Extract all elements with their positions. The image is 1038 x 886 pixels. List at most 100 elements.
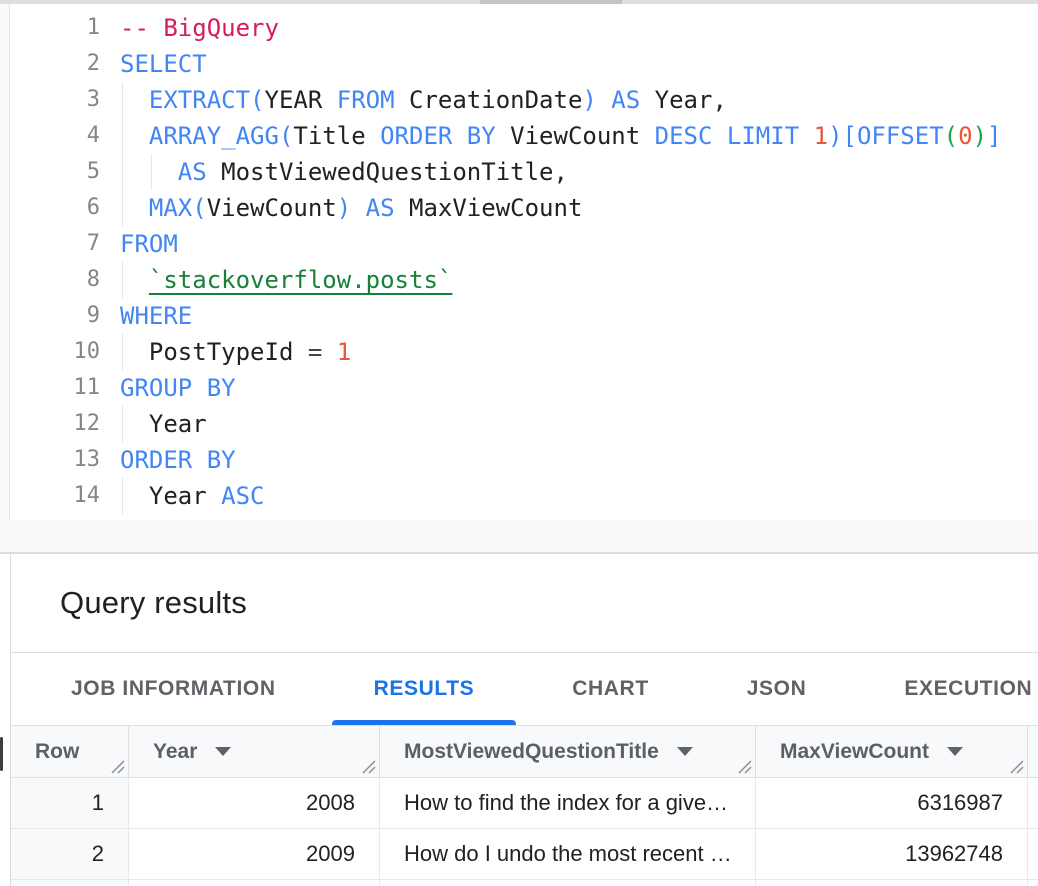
results-table: Row Year MostViewedQuestionTitle MaxViewCou…	[11, 726, 1038, 885]
code-text: Year	[120, 406, 207, 442]
tab-label: CHART	[572, 677, 649, 701]
column-menu-caret-icon[interactable]	[215, 747, 231, 756]
indent-guide	[122, 118, 123, 154]
row-number-cell: 1	[11, 778, 129, 829]
code-text: -- BigQuery	[120, 10, 279, 46]
row-overflow-cell	[1028, 778, 1038, 829]
column-header-overflow	[1028, 726, 1038, 778]
tab-label: JOB INFORMATION	[71, 677, 276, 701]
code-line-7[interactable]: 7 FROM	[0, 226, 1038, 262]
column-resize-grip-icon[interactable]	[737, 759, 752, 774]
code-line-9[interactable]: 9 WHERE	[0, 298, 1038, 334]
code-line-3[interactable]: 3 EXTRACT(YEAR FROM CreationDate) AS Yea…	[0, 82, 1038, 118]
column-header-label: Year	[153, 740, 197, 764]
code-line-10[interactable]: 10 PostTypeId = 1	[0, 334, 1038, 370]
code-line-13[interactable]: 13 ORDER BY	[0, 442, 1038, 478]
editor-results-divider	[0, 520, 1038, 554]
indent-guide	[122, 82, 123, 118]
indent-guide	[122, 262, 123, 298]
table-reference-link[interactable]: `stackoverflow.posts`	[149, 266, 452, 294]
code-line-12[interactable]: 12 Year	[0, 406, 1038, 442]
indent-guide	[122, 334, 123, 370]
tab-chart[interactable]: CHART	[530, 653, 691, 725]
tab-results[interactable]: RESULTS	[332, 653, 517, 725]
line-number: 14	[0, 478, 100, 514]
code-text: SELECT	[120, 46, 207, 82]
column-header-year[interactable]: Year	[129, 726, 380, 778]
code-line-4[interactable]: 4 ARRAY_AGG(Title ORDER BY ViewCount DES…	[0, 118, 1038, 154]
query-results-heading: Query results	[60, 585, 247, 621]
code-text: GROUP BY	[120, 370, 236, 406]
tab-json[interactable]: JSON	[705, 653, 849, 725]
column-header-maxviewcount[interactable]: MaxViewCount	[756, 726, 1028, 778]
code-line-14[interactable]: 14 Year ASC	[0, 478, 1038, 514]
column-header-label: MostViewedQuestionTitle	[404, 740, 659, 764]
code-text: MAX(ViewCount) AS MaxViewCount	[120, 190, 582, 226]
left-scrollbar-thumb[interactable]	[0, 737, 3, 771]
code-text: `stackoverflow.posts`	[120, 262, 452, 298]
sql-code[interactable]: 1-- BigQuery2SELECT3 EXTRACT(YEAR FROM C…	[0, 4, 1038, 514]
table-row-partial	[756, 880, 1028, 885]
indent-guide	[122, 190, 123, 226]
line-number: 4	[0, 118, 100, 154]
code-text: ARRAY_AGG(Title ORDER BY ViewCount DESC …	[120, 118, 1001, 154]
column-resize-grip-icon[interactable]	[361, 759, 376, 774]
line-number: 1	[0, 10, 100, 46]
column-resize-grip-icon[interactable]	[110, 759, 125, 774]
results-tab-bar: JOB INFORMATION RESULTS CHART JSON EXECUTION…	[11, 653, 1038, 726]
row-number-cell: 2	[11, 829, 129, 880]
column-header-row[interactable]: Row	[11, 726, 129, 778]
tab-label: EXECUTION DETAILS	[904, 677, 1038, 701]
line-number: 6	[0, 190, 100, 226]
line-number: 8	[0, 262, 100, 298]
row-overflow-cell	[1028, 829, 1038, 880]
table-row-partial	[129, 880, 380, 885]
tab-label: RESULTS	[374, 677, 475, 701]
column-menu-caret-icon[interactable]	[677, 747, 693, 756]
code-line-2[interactable]: 2 SELECT	[0, 46, 1038, 82]
code-text: Year ASC	[120, 478, 265, 514]
active-tab-indicator	[332, 720, 517, 725]
line-number: 12	[0, 406, 100, 442]
line-number: 11	[0, 370, 100, 406]
tab-label: JSON	[747, 677, 807, 701]
table-row-partial	[380, 880, 756, 885]
line-number: 13	[0, 442, 100, 478]
column-header-label: Row	[35, 740, 79, 764]
line-number: 9	[0, 298, 100, 334]
tab-job-information[interactable]: JOB INFORMATION	[29, 653, 318, 725]
code-line-5[interactable]: 5 AS MostViewedQuestionTitle,	[0, 154, 1038, 190]
title-cell: How do I undo the most recent …	[380, 829, 756, 880]
code-text: PostTypeId = 1	[120, 334, 351, 370]
line-number: 5	[0, 154, 100, 190]
column-header-label: MaxViewCount	[780, 740, 929, 764]
query-results-header: Query results	[11, 554, 1038, 653]
column-menu-caret-icon[interactable]	[947, 747, 963, 756]
code-text: EXTRACT(YEAR FROM CreationDate) AS Year,	[120, 82, 727, 118]
code-line-11[interactable]: 11 GROUP BY	[0, 370, 1038, 406]
table-row-partial	[11, 880, 129, 885]
maxviewcount-cell: 13962748	[756, 829, 1028, 880]
query-results-panel: Query results JOB INFORMATION RESULTS CHAR…	[10, 554, 1038, 886]
code-line-1[interactable]: 1 -- BigQuery	[0, 10, 1038, 46]
indent-guide	[122, 478, 123, 514]
title-cell: How to find the index for a give…	[380, 778, 756, 829]
indent-guide	[122, 406, 123, 442]
code-text: AS MostViewedQuestionTitle,	[120, 154, 568, 190]
code-line-8[interactable]: 8 `stackoverflow.posts`	[0, 262, 1038, 298]
code-text: WHERE	[120, 298, 192, 334]
code-text: ORDER BY	[120, 442, 236, 478]
maxviewcount-cell: 6316987	[756, 778, 1028, 829]
tab-execution-details[interactable]: EXECUTION DETAILS	[862, 653, 1038, 725]
line-number: 7	[0, 226, 100, 262]
line-number: 2	[0, 46, 100, 82]
year-cell: 2008	[129, 778, 380, 829]
code-text: FROM	[120, 226, 178, 262]
sql-editor[interactable]: 1-- BigQuery2SELECT3 EXTRACT(YEAR FROM C…	[0, 4, 1038, 520]
year-cell: 2009	[129, 829, 380, 880]
column-header-mostviewedquestiontitle[interactable]: MostViewedQuestionTitle	[380, 726, 756, 778]
column-resize-grip-icon[interactable]	[1009, 759, 1024, 774]
indent-guide	[151, 154, 152, 190]
code-line-6[interactable]: 6 MAX(ViewCount) AS MaxViewCount	[0, 190, 1038, 226]
line-number: 3	[0, 82, 100, 118]
